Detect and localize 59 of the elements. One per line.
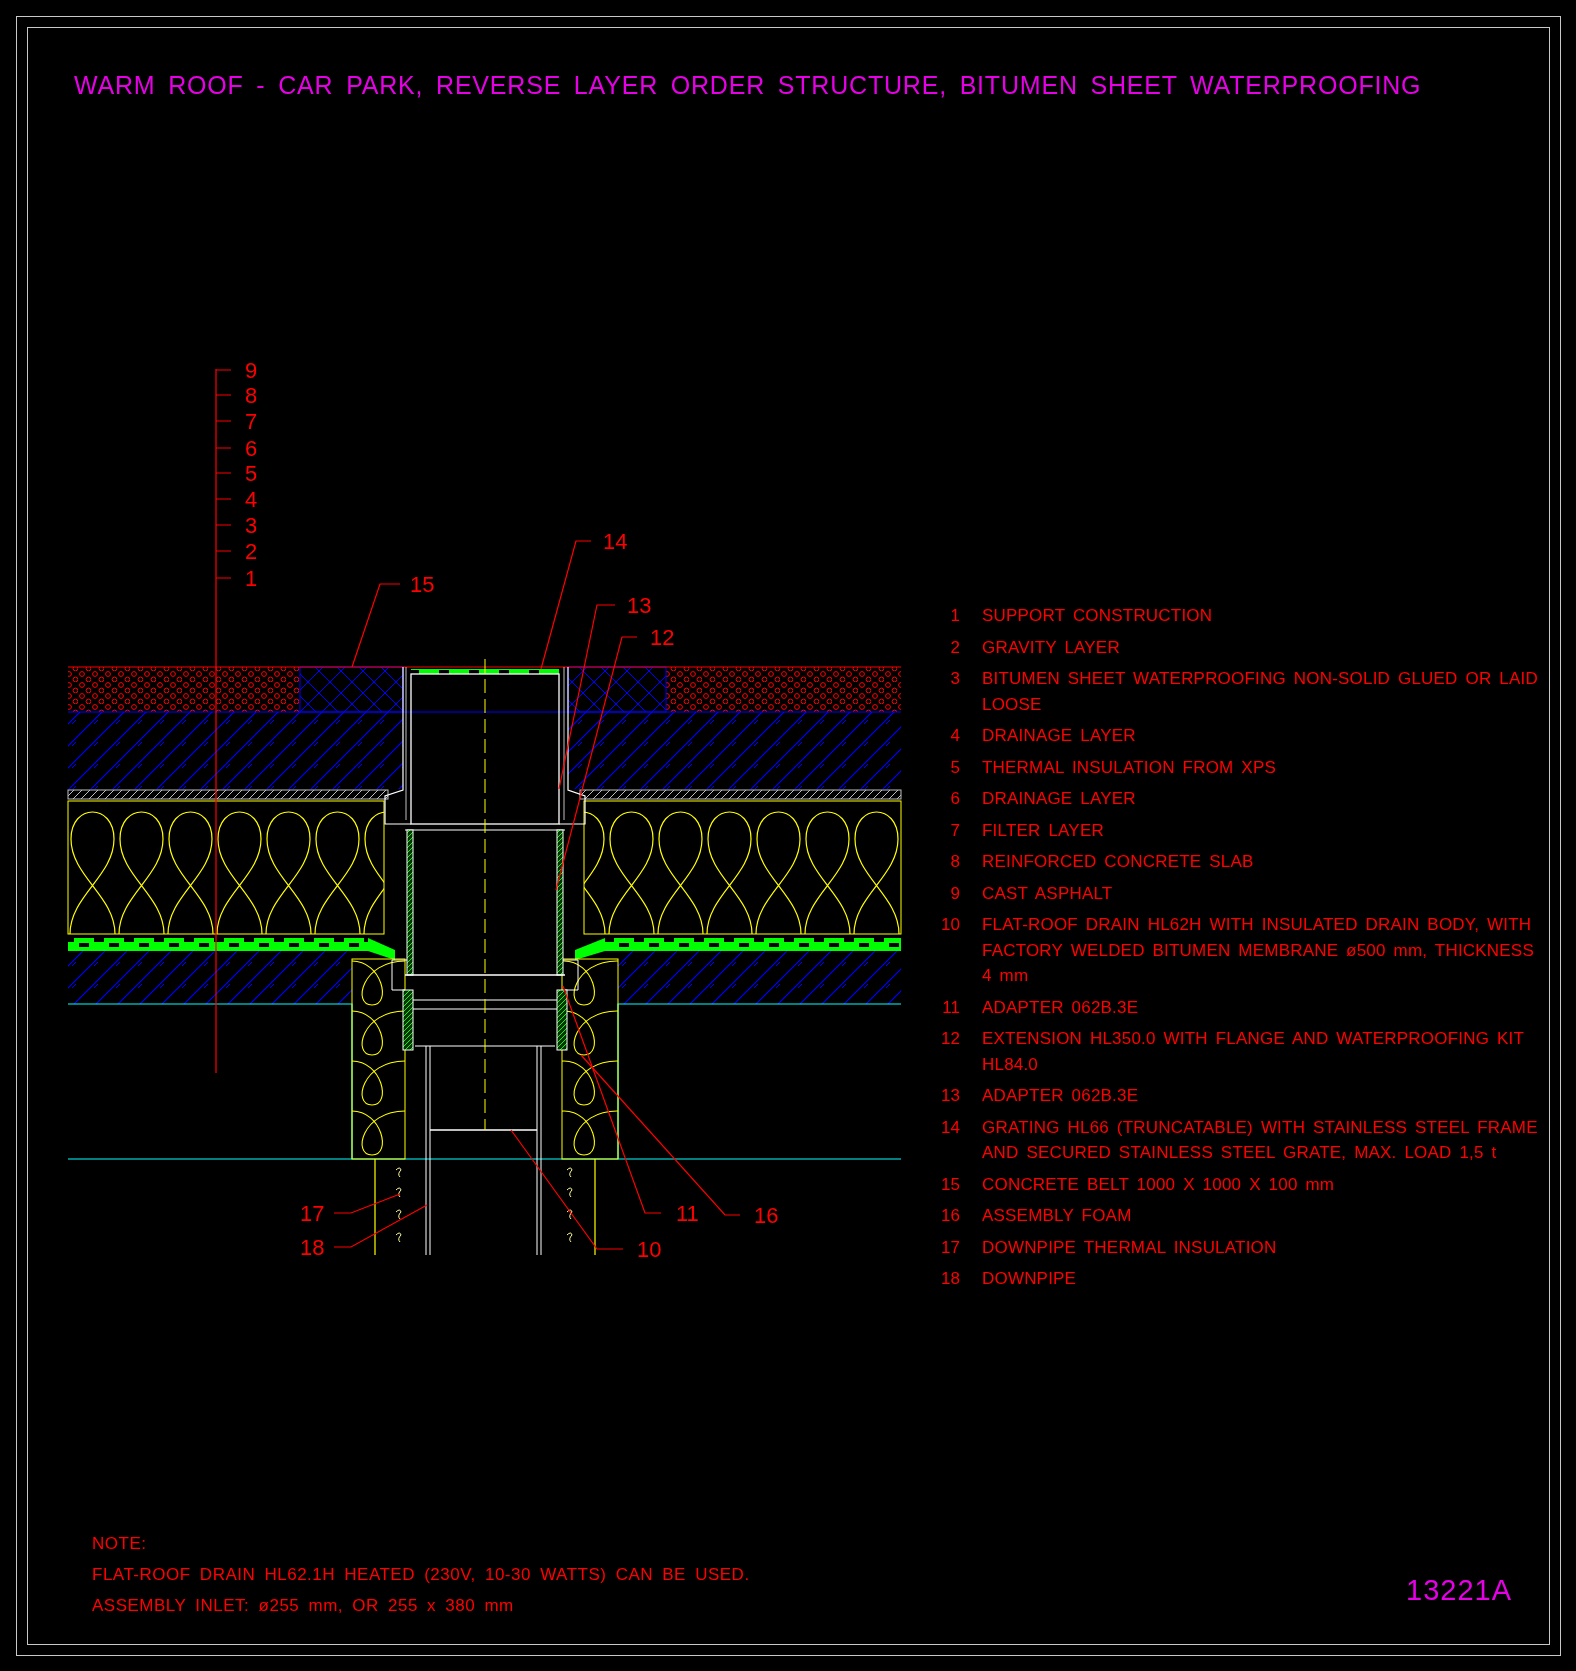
legend-number: 7 — [949, 819, 960, 842]
layer-number: 8 — [245, 383, 258, 408]
legend-number: 14 — [940, 1116, 960, 1139]
legend-number: 9 — [949, 882, 960, 905]
callout-number: 16 — [754, 1203, 779, 1228]
legend-text: FILTER LAYER — [982, 819, 1105, 842]
legend-text: ADAPTER 062B.3E — [982, 1085, 1140, 1107]
legend-text: REINFORCED CONCRETE SLAB — [982, 851, 1255, 873]
legend-number: 1 — [949, 605, 960, 627]
legend-text: CONCRETE BELT 1000 X 1000 X 100 mm — [982, 1173, 1336, 1196]
note-heading: NOTE: — [92, 1533, 148, 1555]
layer-number: 5 — [245, 461, 258, 486]
callout-number: 11 — [676, 1201, 699, 1226]
legend-text: CAST ASPHALT — [982, 882, 1114, 905]
callout-number: 18 — [300, 1235, 325, 1260]
layer-number: 2 — [245, 539, 258, 564]
callout-number: 15 — [410, 572, 435, 597]
legend-text: EXTENSION HL350.0 WITH FLANGE AND WATERPROOFING KIT HL84.0 — [982, 1028, 1525, 1076]
legend-number: 4 — [949, 725, 960, 747]
legend-text: ADAPTER 062B.3E — [982, 996, 1140, 1019]
legend-text: THERMAL INSULATION FROM XPS — [982, 756, 1277, 779]
legend-text: FLAT-ROOF DRAIN HL62H WITH INSULATED DRAIN BODY, WITH FACTORY WELDED BITUMEN MEMBRANE ø500 mm, THICKNESS 4 mm — [982, 914, 1535, 987]
legend-number: 10 — [940, 914, 960, 936]
layer-number: 7 — [245, 409, 258, 434]
legend-text: DOWNPIPE THERMAL INSULATION — [982, 1236, 1278, 1259]
legend-text: DOWNPIPE — [982, 1268, 1078, 1290]
layer-number: 1 — [245, 566, 258, 591]
legend-number: 18 — [940, 1268, 960, 1290]
layer-number: 6 — [245, 436, 258, 461]
legend-text: SUPPORT CONSTRUCTION — [982, 605, 1214, 627]
legend-number: 17 — [940, 1236, 960, 1259]
note-text: ASSEMBLY INLET: ø255 mm, OR 255 x 380 mm — [92, 1595, 515, 1617]
legend-number: 5 — [949, 756, 960, 779]
legend-number: 13 — [940, 1085, 960, 1107]
note-text: FLAT-ROOF DRAIN HL62.1H HEATED (230V, 10-30 WATTS) CAN BE USED. — [92, 1564, 750, 1586]
legend-number: 2 — [949, 636, 960, 659]
legend-number: 3 — [949, 668, 960, 690]
drawing-title: WARM ROOF - CAR PARK, REVERSE LAYER ORDER STRUCTURE, BITUMEN SHEET WATERPROOFING — [74, 70, 1423, 101]
legend-number: 11 — [941, 996, 960, 1019]
layer-number: 3 — [245, 513, 258, 538]
legend-text: GRATING HL66 (TRUNCATABLE) WITH STAINLESS STEEL FRAME AND SECURED STAINLESS STEEL GRATE, MAX. LOAD 1,5 t — [982, 1116, 1539, 1164]
drawing-number: 13221A — [1406, 1574, 1512, 1607]
callout-number: 10 — [637, 1237, 662, 1262]
legend-text: ASSEMBLY FOAM — [982, 1205, 1133, 1227]
callout-number: 13 — [627, 593, 652, 618]
legend-number: 8 — [949, 851, 960, 873]
legend-number: 16 — [940, 1205, 960, 1227]
callout-number: 12 — [650, 625, 675, 650]
legend-text: DRAINAGE LAYER — [982, 725, 1137, 747]
layer-number: 9 — [245, 358, 258, 383]
legend-text: BITUMEN SHEET WATERPROOFING NON-SOLID GLUED OR LAID LOOSE — [982, 668, 1539, 716]
legend-text: DRAINAGE LAYER — [982, 788, 1137, 810]
legend-number: 6 — [949, 788, 960, 810]
callout-number: 14 — [603, 529, 628, 554]
legend-number: 12 — [940, 1028, 960, 1050]
callout-number: 17 — [300, 1201, 325, 1226]
layer-number: 4 — [245, 487, 258, 512]
legend-number: 15 — [940, 1173, 960, 1196]
legend-text: GRAVITY LAYER — [982, 636, 1121, 659]
